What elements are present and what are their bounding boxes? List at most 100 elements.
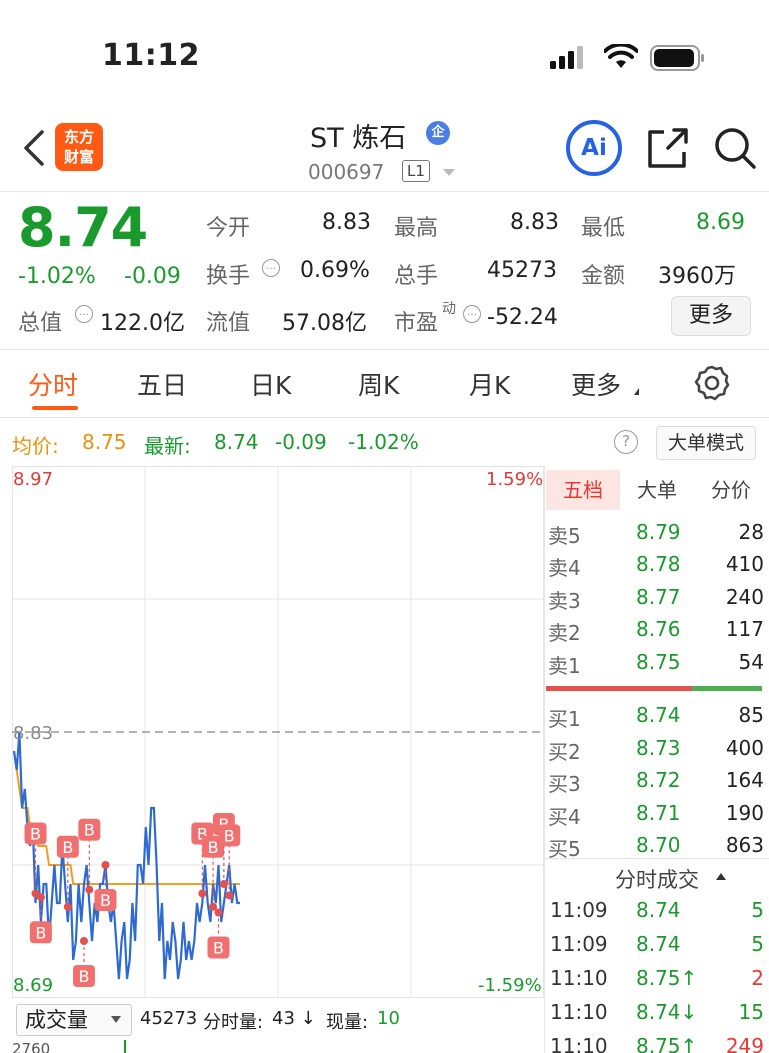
tab-more[interactable]: 更多 <box>571 366 621 402</box>
bid-row: 买2 8.73 400 <box>548 736 764 764</box>
chevron-up-icon[interactable] <box>716 873 726 880</box>
chevron-down-icon[interactable] <box>443 169 455 176</box>
latest-change: -0.09 <box>275 430 327 454</box>
open-value: 8.83 <box>322 210 371 235</box>
bid-ask-ratio-buy-bar <box>692 686 762 691</box>
current-price: 8.74 <box>18 196 148 259</box>
help-icon[interactable]: ? <box>614 430 638 454</box>
divider <box>0 417 769 418</box>
minute-volume-value: 43 ↓ <box>272 1008 316 1029</box>
buy-marker: B <box>78 818 101 894</box>
turnover-value: 0.69% <box>300 258 370 283</box>
y-max-label: 8.97 <box>13 469 54 490</box>
bid-row: 买4 8.71 190 <box>548 801 764 829</box>
back-icon[interactable] <box>18 128 52 168</box>
intraday-chart[interactable]: BBBBBBBBBBB <box>12 466 544 998</box>
change-amount: -0.09 <box>124 264 181 289</box>
high-value: 8.83 <box>510 210 559 235</box>
volume-axis-label: 2760 <box>12 1040 51 1053</box>
latest-label: 最新: <box>144 434 191 458</box>
bid-ask-ratio-sell-bar <box>546 686 692 691</box>
share-icon[interactable] <box>644 124 692 172</box>
divider <box>544 858 769 859</box>
buy-marker-label: B <box>30 825 41 844</box>
ask-row: 卖1 8.75 54 <box>548 650 764 678</box>
tab-five-day[interactable]: 五日 <box>137 366 187 402</box>
volume-value: 45273 <box>487 258 557 283</box>
open-label: 今开 <box>206 216 251 241</box>
pe-label: 市盈 <box>394 311 439 336</box>
cellular-signal-icon <box>550 46 583 69</box>
info-icon[interactable]: … <box>75 305 93 323</box>
buy-marker-label: B <box>100 891 111 910</box>
pct-max-label: 1.59% <box>486 469 544 490</box>
market-cap-label: 总值 <box>18 311 63 336</box>
tab-five-level[interactable]: 五档 <box>546 470 620 510</box>
level-badge[interactable]: L1 <box>402 160 430 182</box>
change-percent: -1.02% <box>18 264 96 289</box>
bid-row: 买3 8.72 164 <box>548 768 764 796</box>
info-icon[interactable]: … <box>262 259 280 277</box>
trade-row: 11:09 8.74 5 <box>550 898 764 922</box>
ai-button[interactable]: Ai <box>566 120 622 176</box>
volume-label: 总手 <box>394 264 439 289</box>
buy-marker-label: B <box>208 838 219 857</box>
divider <box>0 191 769 192</box>
tab-monthly-k[interactable]: 月K <box>469 366 510 402</box>
buy-marker-dot <box>219 880 228 888</box>
big-order-mode-button[interactable]: 大单模式 <box>656 426 756 460</box>
buy-marker: B <box>191 822 214 898</box>
buy-marker-dot <box>63 902 72 911</box>
gear-icon[interactable] <box>693 364 731 402</box>
latest-value: 8.74 <box>214 430 259 454</box>
buy-marker-dot <box>214 908 223 917</box>
buy-marker-dot <box>85 885 94 894</box>
amount-value: 3960万 <box>658 264 736 289</box>
trade-row: 11:10 8.74↓ 15 <box>550 1000 764 1024</box>
chevron-down-icon[interactable] <box>111 1016 121 1023</box>
ask-row: 卖2 8.76 117 <box>548 617 764 645</box>
bid-row: 买1 8.74 85 <box>548 703 764 731</box>
status-time: 11:12 <box>102 38 200 73</box>
tab-big-order[interactable]: 大单 <box>620 470 694 510</box>
current-volume-value: 10 <box>377 1008 400 1029</box>
buy-marker-label: B <box>35 923 46 942</box>
buy-marker-dot <box>198 889 207 898</box>
tab-weekly-k[interactable]: 周K <box>358 366 399 402</box>
info-icon[interactable]: … <box>463 305 481 323</box>
corner-caret-icon <box>634 388 639 395</box>
buy-marker-label: B <box>84 821 95 840</box>
ask-row: 卖3 8.77 240 <box>548 585 764 613</box>
tab-daily-k[interactable]: 日K <box>250 366 291 402</box>
pe-superscript: 动 <box>442 301 456 317</box>
buy-marker-label: B <box>78 967 89 986</box>
search-icon[interactable] <box>711 124 759 172</box>
float-cap-label: 流值 <box>206 311 251 336</box>
market-cap-value: 122.0亿 <box>100 311 185 336</box>
volume-bar <box>124 1040 126 1053</box>
low-label: 最低 <box>581 216 626 241</box>
buy-marker-dot <box>79 937 88 945</box>
more-button[interactable]: 更多 <box>671 296 751 336</box>
volume-total: 45273 <box>140 1008 198 1029</box>
trades-title[interactable]: 分时成交 <box>546 864 768 894</box>
avg-price-value: 8.75 <box>82 430 127 454</box>
tab-intraday[interactable]: 分时 <box>28 366 78 402</box>
divider <box>544 466 545 1053</box>
order-book-tabs: 五档 大单 分价 <box>546 470 768 510</box>
minute-volume-label: 分时量: <box>203 1012 264 1033</box>
buy-marker: B <box>94 861 117 911</box>
latest-change-percent: -1.02% <box>348 430 419 454</box>
divider <box>0 349 769 350</box>
turnover-label: 换手 <box>206 264 251 289</box>
prev-close-label: 8.83 <box>13 723 54 744</box>
low-value: 8.69 <box>696 210 745 235</box>
buy-marker-dot <box>36 893 45 902</box>
stock-code: 000697 <box>308 160 385 184</box>
trade-row: 11:10 8.75↑ 2 <box>550 966 764 990</box>
buy-marker-dot <box>225 891 234 900</box>
pe-value: -52.24 <box>487 305 558 330</box>
battery-icon <box>650 45 704 71</box>
current-volume-label: 现量: <box>326 1012 369 1033</box>
tab-price-distribution[interactable]: 分价 <box>694 470 768 510</box>
